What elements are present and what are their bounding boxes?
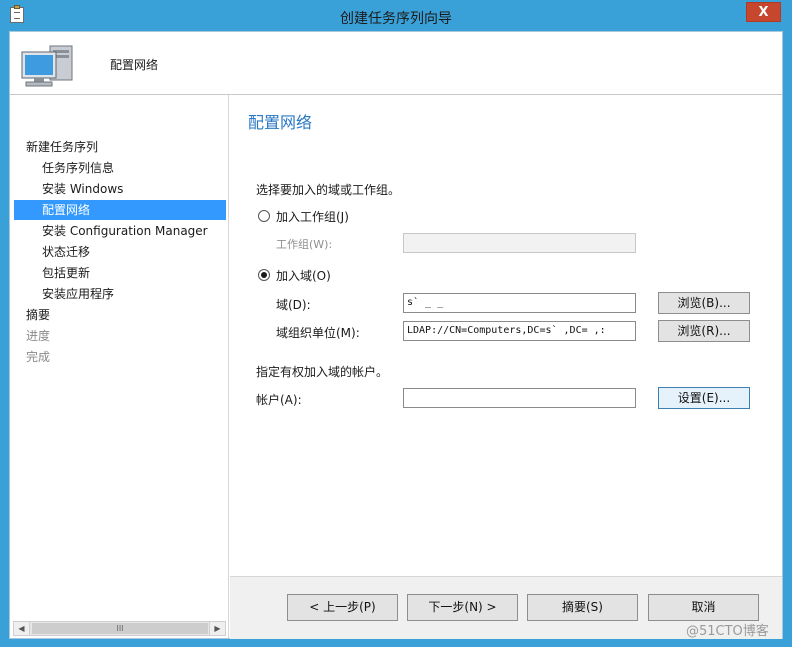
join-workgroup-radio[interactable] bbox=[258, 210, 270, 222]
page-title: 配置网络 bbox=[248, 113, 313, 132]
sidebar-item-state-migration[interactable]: 状态迁移 bbox=[10, 242, 228, 262]
sidebar-item-install-applications[interactable]: 安装应用程序 bbox=[10, 284, 228, 304]
sidebar-item-include-updates[interactable]: 包括更新 bbox=[10, 263, 228, 283]
cancel-button[interactable]: 取消 bbox=[648, 594, 759, 621]
wizard-content: 配置网络 新建任务序列 任务序列信息 安装 Windows 配置网络 安装 Co… bbox=[9, 31, 783, 639]
header-title: 配置网络 bbox=[110, 58, 159, 72]
title-bar[interactable]: 创建任务序列向导 X bbox=[1, 1, 791, 31]
join-domain-label[interactable]: 加入域(O) bbox=[276, 267, 331, 284]
sidebar-item-task-sequence-info[interactable]: 任务序列信息 bbox=[10, 158, 228, 178]
join-domain-radio[interactable] bbox=[258, 269, 270, 281]
scroll-right-icon[interactable]: ▶ bbox=[209, 622, 225, 635]
previous-button[interactable]: < 上一步(P) bbox=[287, 594, 398, 621]
workgroup-field-label: 工作组(W): bbox=[276, 238, 333, 251]
close-button[interactable]: X bbox=[746, 2, 781, 22]
account-prompt: 指定有权加入域的帐户。 bbox=[256, 365, 389, 379]
main-panel: 配置网络 选择要加入的域或工作组。 加入工作组(J) 工作组(W): 加入域(O… bbox=[230, 95, 780, 575]
sidebar-horizontal-scrollbar[interactable]: ◀ III ▶ bbox=[13, 621, 226, 636]
account-input[interactable] bbox=[403, 388, 636, 408]
domain-field-label: 域(D): bbox=[276, 298, 311, 312]
summary-button[interactable]: 摘要(S) bbox=[527, 594, 638, 621]
domain-input[interactable]: s` _ _ bbox=[403, 293, 636, 313]
ou-field-label: 域组织单位(M): bbox=[276, 326, 360, 340]
watermark-text: @51CTO博客 bbox=[686, 624, 769, 639]
scroll-left-icon[interactable]: ◀ bbox=[14, 622, 30, 635]
sidebar-item-configure-network[interactable]: 配置网络 bbox=[14, 200, 226, 220]
sidebar-item-summary[interactable]: 摘要 bbox=[10, 305, 228, 325]
computer-icon bbox=[21, 45, 73, 87]
browse-domain-button[interactable]: 浏览(B)... bbox=[658, 292, 750, 314]
sidebar-item-install-windows[interactable]: 安装 Windows bbox=[10, 179, 228, 199]
wizard-window: 创建任务序列向导 X 配置网络 新建任务序列 任务序列信息 安装 Windows… bbox=[0, 0, 792, 647]
wizard-header: 配置网络 bbox=[10, 32, 782, 95]
next-button[interactable]: 下一步(N) > bbox=[407, 594, 518, 621]
sidebar-item-new-task-sequence[interactable]: 新建任务序列 bbox=[10, 137, 228, 157]
join-workgroup-label[interactable]: 加入工作组(J) bbox=[276, 208, 349, 225]
workgroup-input bbox=[403, 233, 636, 253]
join-prompt: 选择要加入的域或工作组。 bbox=[256, 183, 401, 197]
account-field-label: 帐户(A): bbox=[256, 393, 302, 407]
sidebar-item-completion: 完成 bbox=[26, 350, 51, 364]
sidebar-item-progress: 进度 bbox=[26, 329, 51, 343]
ou-input[interactable]: LDAP://CN=Computers,DC=s` ,DC= ,: bbox=[403, 321, 636, 341]
set-account-button[interactable]: 设置(E)... bbox=[658, 387, 750, 409]
scrollbar-thumb[interactable]: III bbox=[32, 623, 208, 634]
window-title: 创建任务序列向导 bbox=[340, 11, 452, 27]
wizard-steps-sidebar: 新建任务序列 任务序列信息 安装 Windows 配置网络 安装 Configu… bbox=[10, 95, 229, 638]
sidebar-item-install-configmgr[interactable]: 安装 Configuration Manager bbox=[10, 221, 228, 241]
browse-ou-button[interactable]: 浏览(R)... bbox=[658, 320, 750, 342]
